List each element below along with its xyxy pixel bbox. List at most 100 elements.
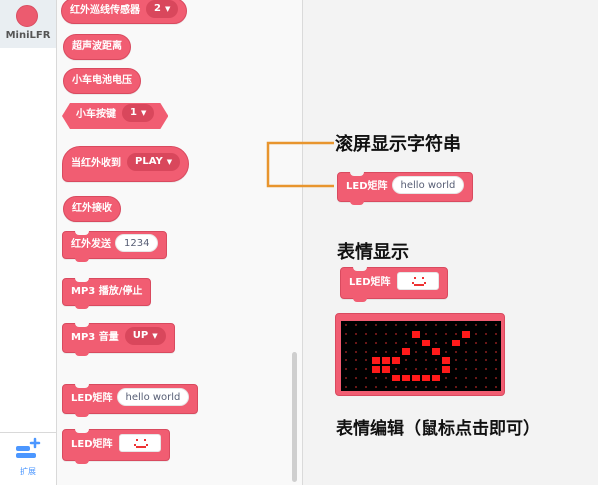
led-cell[interactable] — [361, 365, 371, 374]
led-cell[interactable] — [491, 330, 501, 339]
led-cell[interactable] — [461, 374, 471, 383]
ws-led-text-input[interactable]: hello world — [391, 176, 465, 194]
led-cell[interactable] — [401, 365, 411, 374]
led-cell-on[interactable] — [462, 330, 470, 338]
led-cell[interactable] — [361, 374, 371, 383]
led-cell[interactable] — [351, 365, 361, 374]
led-cell[interactable] — [381, 321, 391, 330]
led-cell[interactable] — [411, 382, 421, 391]
led-cell[interactable] — [361, 339, 371, 348]
led-cell[interactable] — [371, 321, 381, 330]
led-cell[interactable] — [491, 382, 501, 391]
led-cell[interactable] — [451, 382, 461, 391]
led-cell[interactable] — [411, 321, 421, 330]
led-cell[interactable] — [431, 365, 441, 374]
led-cell[interactable] — [391, 382, 401, 391]
led-cell[interactable] — [421, 382, 431, 391]
led-cell[interactable] — [471, 330, 481, 339]
led-cell-on[interactable] — [442, 357, 450, 364]
led-cell[interactable] — [441, 382, 451, 391]
led-cell[interactable] — [411, 356, 421, 365]
add-extension-button[interactable]: 扩展 — [0, 432, 56, 485]
led-cell[interactable] — [361, 347, 371, 356]
led-cell[interactable] — [481, 330, 491, 339]
led-cell[interactable] — [481, 347, 491, 356]
led-cell-on[interactable] — [422, 339, 430, 347]
led-cell[interactable] — [361, 356, 371, 365]
led-cell[interactable] — [441, 321, 451, 330]
led-cell[interactable] — [371, 330, 381, 339]
mp3-play-stop-block[interactable]: MP3 播放/停止 — [62, 278, 152, 309]
led-cell[interactable] — [451, 356, 461, 365]
led-cell[interactable] — [371, 374, 381, 383]
led-cell[interactable] — [451, 365, 461, 374]
led-cell[interactable] — [461, 356, 471, 365]
led-cell[interactable] — [421, 321, 431, 330]
ir-key-dropdown[interactable]: PLAY ▼ — [127, 153, 181, 171]
led-cell[interactable] — [351, 382, 361, 391]
led-cell[interactable] — [471, 321, 481, 330]
led-cell[interactable] — [341, 365, 351, 374]
led-cell[interactable] — [351, 330, 361, 339]
led-cell[interactable] — [481, 321, 491, 330]
led-cell[interactable] — [441, 347, 451, 356]
led-cell-on[interactable] — [392, 374, 400, 382]
led-cell[interactable] — [421, 347, 431, 356]
mp3-volume-block[interactable]: MP3 音量 UP ▼ — [62, 323, 175, 356]
ws-led-matrix-face-block[interactable]: LED矩阵 — [340, 267, 448, 302]
led-cell[interactable] — [391, 339, 401, 348]
led-matrix-text-block[interactable]: LED矩阵 hello world — [62, 384, 199, 417]
led-cell-on[interactable] — [412, 330, 420, 338]
led-cell-on[interactable] — [452, 339, 460, 347]
led-cell-on[interactable] — [402, 374, 410, 382]
led-cell[interactable] — [481, 339, 491, 348]
led-cell[interactable] — [441, 330, 451, 339]
led-cell[interactable] — [381, 347, 391, 356]
led-cell[interactable] — [491, 347, 501, 356]
ir-line-sensor-block[interactable]: 红外巡线传感器 2 ▼ — [61, 0, 188, 24]
led-cell[interactable] — [431, 339, 441, 348]
led-cell[interactable] — [481, 365, 491, 374]
led-cell[interactable] — [451, 347, 461, 356]
led-cell[interactable] — [351, 339, 361, 348]
led-cell[interactable] — [421, 356, 431, 365]
led-cell[interactable] — [451, 321, 461, 330]
led-cell[interactable] — [391, 330, 401, 339]
led-cell[interactable] — [381, 330, 391, 339]
led-cell-on[interactable] — [432, 348, 440, 355]
led-cell[interactable] — [471, 339, 481, 348]
led-cell[interactable] — [431, 382, 441, 391]
led-cell[interactable] — [351, 347, 361, 356]
led-cell[interactable] — [401, 382, 411, 391]
led-cell[interactable] — [401, 321, 411, 330]
led-cell[interactable] — [491, 374, 501, 383]
led-cell[interactable] — [391, 347, 401, 356]
led-cell[interactable] — [451, 330, 461, 339]
led-cell[interactable] — [371, 339, 381, 348]
ws-led-matrix-text-block[interactable]: LED矩阵 hello world — [337, 172, 474, 205]
led-cell[interactable] — [461, 382, 471, 391]
button-dropdown[interactable]: 1 ▼ — [122, 104, 154, 122]
palette-scrollbar[interactable] — [292, 352, 297, 482]
ir-send-block[interactable]: 红外发送 1234 — [62, 231, 168, 262]
led-cell[interactable] — [341, 339, 351, 348]
led-cell[interactable] — [471, 347, 481, 356]
led-cell[interactable] — [461, 339, 471, 348]
led-cell[interactable] — [341, 347, 351, 356]
led-cell[interactable] — [381, 382, 391, 391]
led-cell-on[interactable] — [392, 357, 400, 364]
face-picker-field[interactable] — [118, 434, 161, 452]
volume-dropdown[interactable]: UP ▼ — [124, 327, 166, 345]
sensor-dropdown[interactable]: 2 ▼ — [146, 0, 179, 18]
led-cell[interactable] — [401, 339, 411, 348]
led-cell[interactable] — [491, 321, 501, 330]
led-cell[interactable] — [341, 382, 351, 391]
led-cell[interactable] — [471, 356, 481, 365]
when-ir-received-block[interactable]: 当红外收到 PLAY ▼ — [62, 146, 190, 182]
led-cell-on[interactable] — [402, 348, 410, 355]
ir-code-input[interactable]: 1234 — [115, 234, 159, 252]
led-cell[interactable] — [351, 374, 361, 383]
battery-voltage-block[interactable]: 小车电池电压 — [63, 68, 141, 94]
led-cell[interactable] — [421, 365, 431, 374]
led-text-input[interactable]: hello world — [116, 388, 190, 406]
